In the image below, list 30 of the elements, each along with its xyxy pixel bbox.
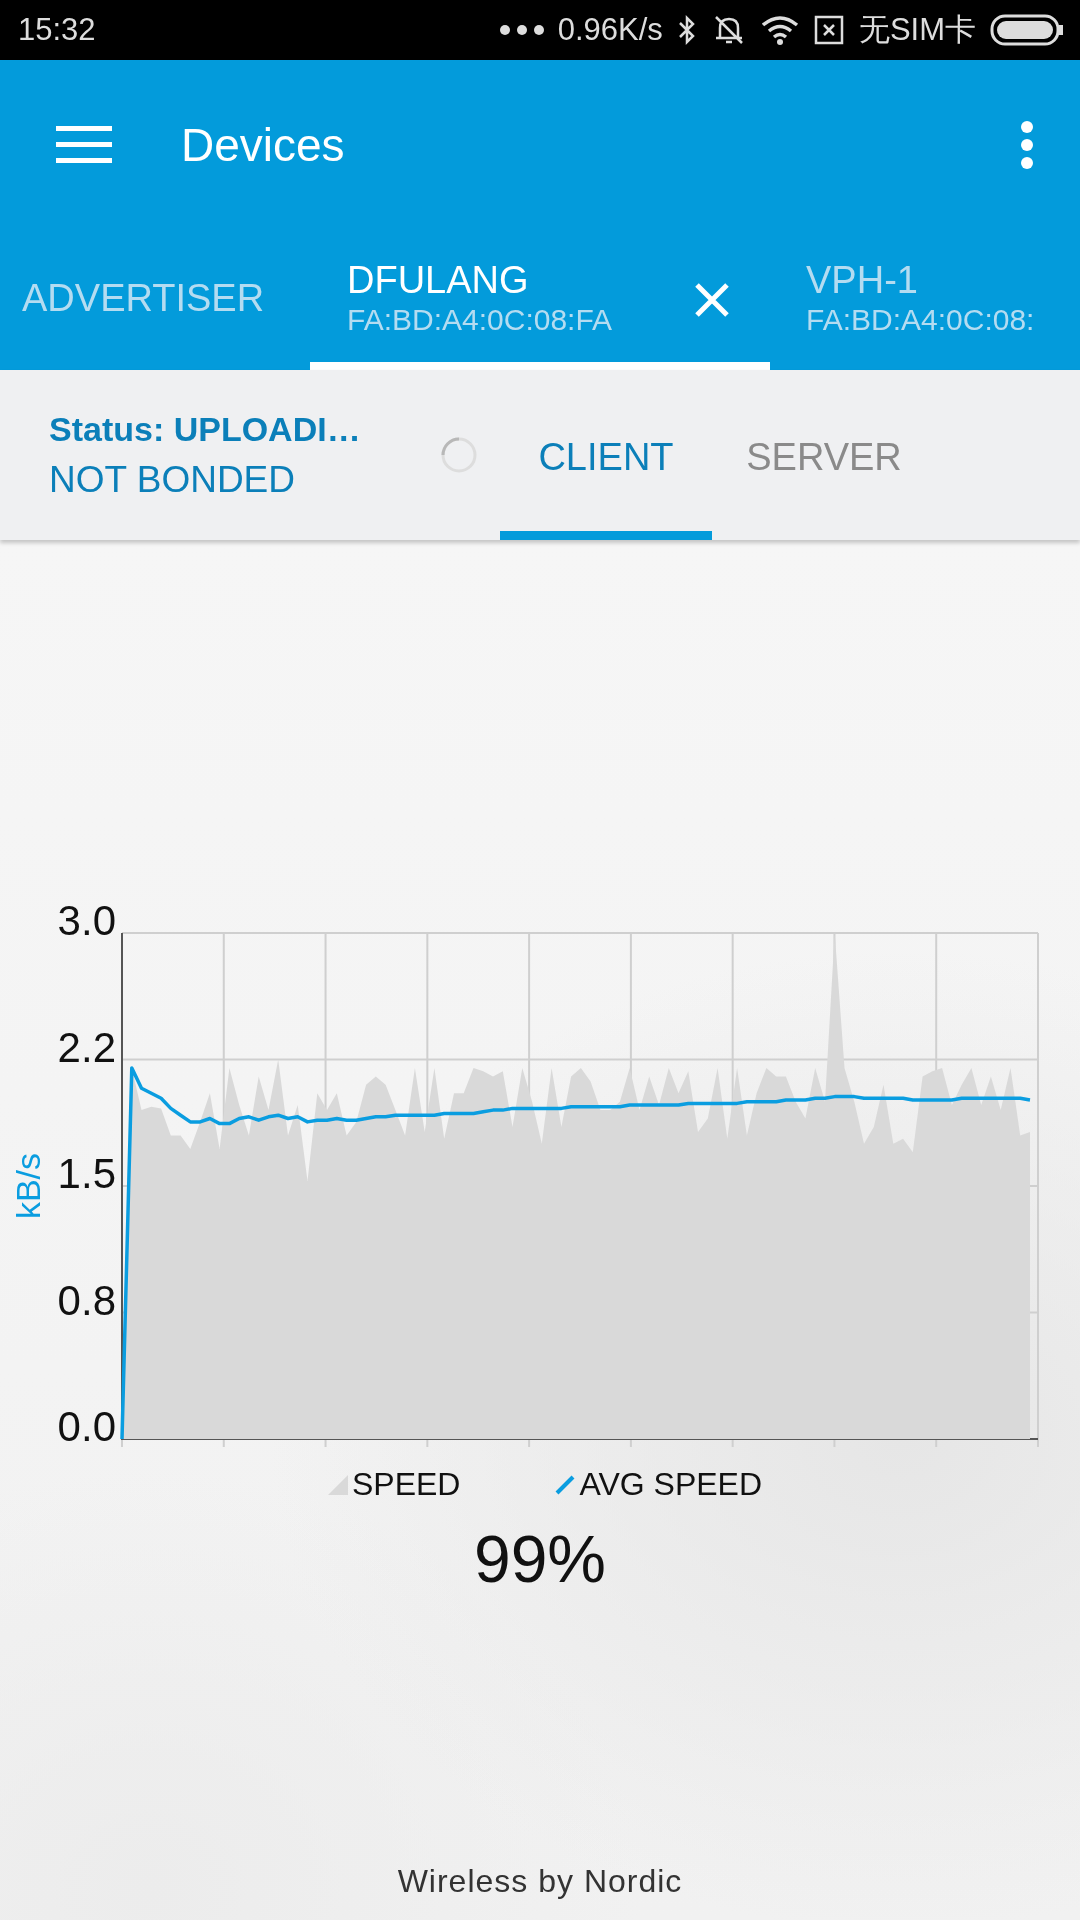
- device-tab[interactable]: DFULANG FA:BD:A4:0C:08:FA: [310, 230, 770, 370]
- y-axis-label: 0.8: [57, 1276, 116, 1324]
- device-tab[interactable]: ADVERTISER: [0, 230, 310, 370]
- no-sim-icon: [812, 14, 845, 46]
- y-axis-label: 3.0: [57, 897, 116, 944]
- screen-title: Devices: [181, 118, 346, 172]
- progress-percent: 99%: [473, 1521, 607, 1597]
- legend-label: SPEED: [351, 1466, 461, 1503]
- clock-time: 15:32: [18, 12, 96, 48]
- overflow-menu-icon[interactable]: [1021, 121, 1033, 169]
- role-tab[interactable]: CLIENT: [500, 370, 712, 540]
- loading-spinner-icon: [440, 436, 478, 474]
- more-notifications-icon: [499, 25, 544, 35]
- sim-status: 无SIM卡: [858, 11, 976, 49]
- battery-icon: [990, 14, 1064, 46]
- y-axis-label: 2.2: [57, 1023, 116, 1071]
- device-tab[interactable]: VPH-1 FA:BD:A4:0C:08:: [770, 230, 1035, 370]
- footer-text: Wireless by Nordic: [397, 1863, 683, 1900]
- upload-status: Status: UPLOADI…: [49, 409, 362, 449]
- y-axis-title: kB/s: [9, 1152, 47, 1220]
- legend-label: AVG SPEED: [579, 1466, 763, 1503]
- close-icon[interactable]: [694, 282, 730, 318]
- bluetooth-icon: [676, 14, 697, 46]
- menu-icon[interactable]: [56, 126, 112, 164]
- y-axis-label: 1.5: [57, 1150, 116, 1197]
- network-speed: 0.96K/s: [557, 12, 663, 48]
- wifi-icon: [760, 15, 799, 45]
- bond-status: NOT BONDED: [49, 458, 296, 501]
- role-tab[interactable]: SERVER: [712, 370, 936, 540]
- y-axis-label: 0.0: [57, 1403, 116, 1450]
